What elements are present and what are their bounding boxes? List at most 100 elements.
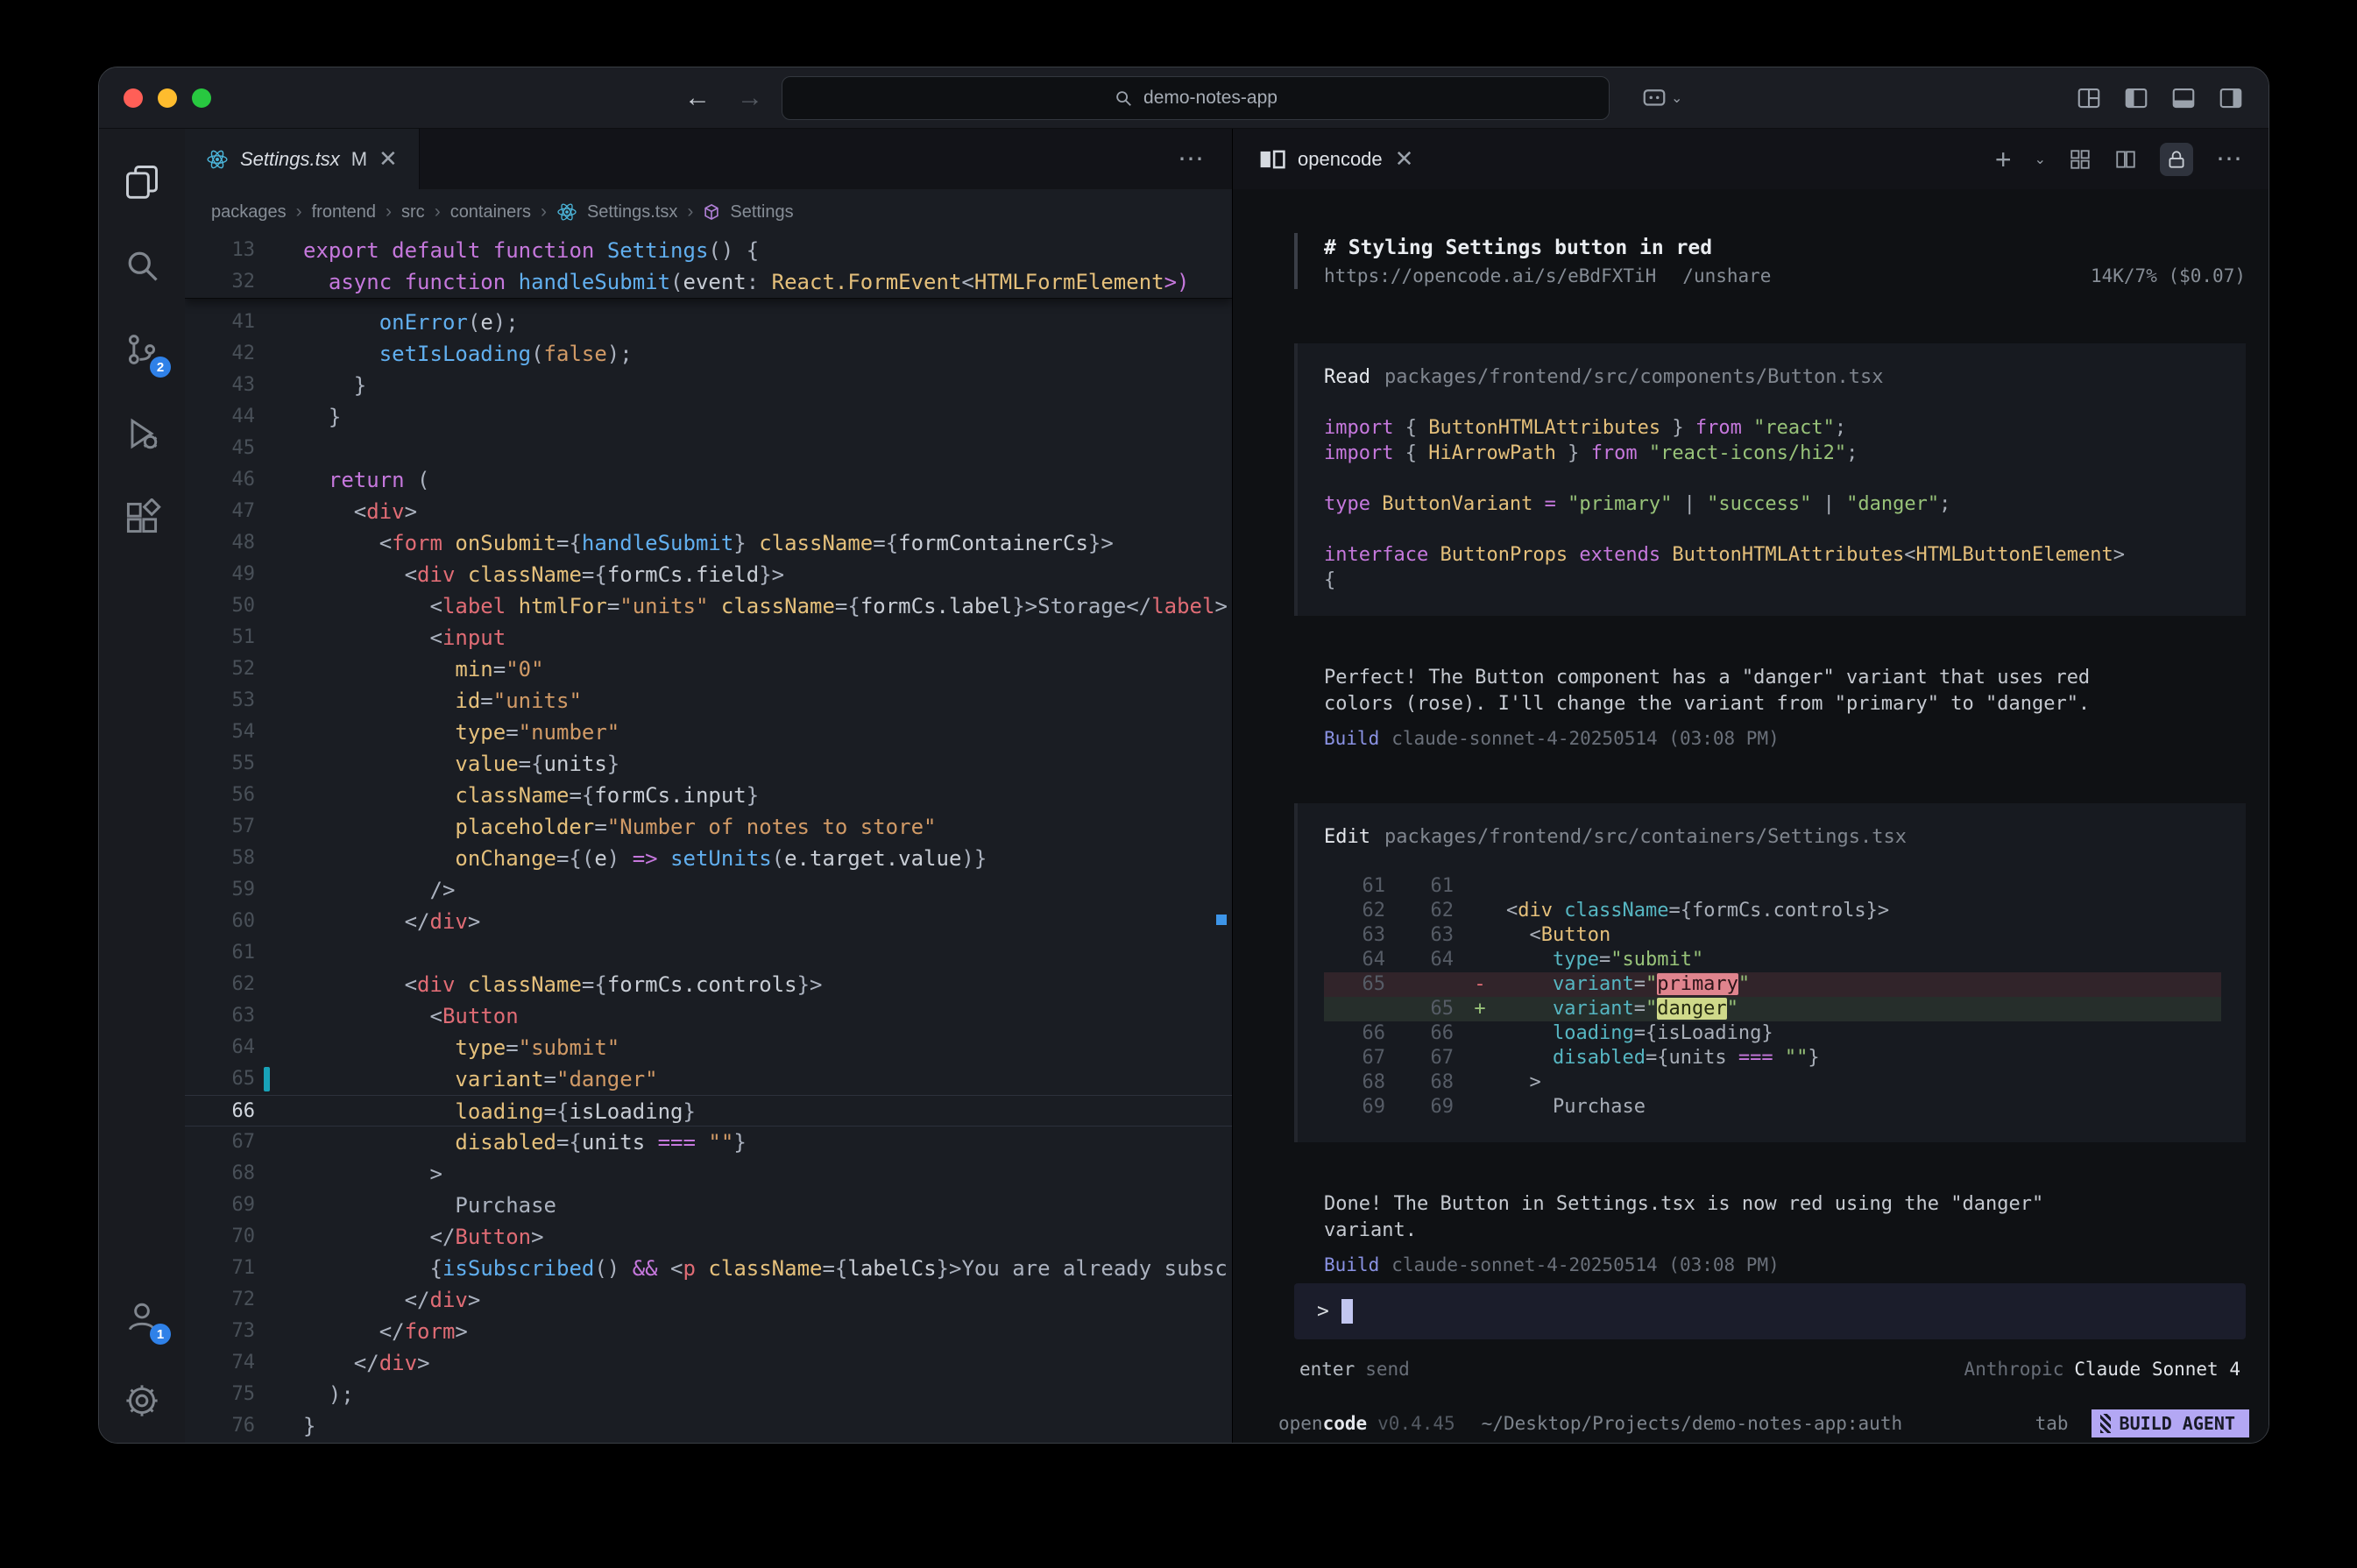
- code-line[interactable]: 50 <label htmlFor="units" className={for…: [185, 590, 1232, 622]
- code-line[interactable]: 76}: [185, 1410, 1232, 1442]
- code-line[interactable]: 46 return (: [185, 464, 1232, 496]
- command-center-search[interactable]: demo-notes-app: [782, 76, 1610, 120]
- chevron-down-icon[interactable]: ⌄: [2035, 151, 2046, 168]
- code-line[interactable]: 66 loading={isLoading}: [185, 1095, 1232, 1127]
- overview-ruler-mark: [1216, 915, 1227, 925]
- code-line[interactable]: 43 }: [185, 370, 1232, 401]
- code-line[interactable]: 49 <div className={formCs.field}>: [185, 559, 1232, 590]
- code-line[interactable]: 73 </form>: [185, 1316, 1232, 1347]
- code-editor[interactable]: 13export default function Settings() {32…: [185, 235, 1232, 1443]
- code-line[interactable]: 69 Purchase: [185, 1190, 1232, 1221]
- zoom-window-button[interactable]: [192, 88, 211, 108]
- unshare-link[interactable]: /unshare: [1682, 263, 1771, 289]
- code-line[interactable]: 54 type="number": [185, 717, 1232, 748]
- chevron-right-icon: ›: [296, 201, 302, 222]
- code-line[interactable]: 47 <div>: [185, 496, 1232, 527]
- code-line[interactable]: 61: [185, 937, 1232, 969]
- code-line[interactable]: 70 </Button>: [185, 1221, 1232, 1253]
- project-path: ~/Desktop/Projects/demo-notes-app:auth: [1482, 1413, 1902, 1434]
- opencode-statusbar: opencode v0.4.45 ~/Desktop/Projects/demo…: [1233, 1409, 2269, 1443]
- code-line[interactable]: 32 async function handleSubmit(event: Re…: [185, 266, 1232, 298]
- code-line[interactable]: 58 onChange={(e) => setUnits(e.target.va…: [185, 843, 1232, 874]
- tab-settings-tsx[interactable]: Settings.tsx M ✕: [185, 129, 420, 189]
- diff-row: 6969 Purchase: [1324, 1095, 2221, 1119]
- diff-row: 65+ variant="danger": [1324, 997, 2221, 1021]
- code-line[interactable]: 75 );: [185, 1379, 1232, 1410]
- code-line[interactable]: 55 value={units}: [185, 748, 1232, 780]
- code-line[interactable]: 67 disabled={units === ""}: [185, 1127, 1232, 1158]
- code-line[interactable]: 65 variant="danger": [185, 1063, 1232, 1095]
- breadcrumb-item[interactable]: packages: [211, 202, 287, 222]
- code-line[interactable]: 60 </div>: [185, 906, 1232, 937]
- chevron-right-icon: ›: [687, 201, 693, 222]
- back-icon[interactable]: ←: [684, 83, 711, 113]
- forward-icon[interactable]: →: [737, 83, 763, 113]
- breadcrumb-item[interactable]: Settings: [730, 202, 793, 222]
- code-line[interactable]: 59 />: [185, 874, 1232, 906]
- close-window-button[interactable]: [124, 88, 143, 108]
- new-terminal-icon[interactable]: +: [1995, 145, 2012, 173]
- code-line[interactable]: 68 >: [185, 1158, 1232, 1190]
- code-line[interactable]: 48 <form onSubmit={handleSubmit} classNa…: [185, 527, 1232, 559]
- code-line[interactable]: 64 type="submit": [185, 1032, 1232, 1063]
- activity-source-control[interactable]: 2: [99, 307, 185, 392]
- code-line[interactable]: 52 min="0": [185, 653, 1232, 685]
- breadcrumb-item[interactable]: src: [401, 202, 425, 222]
- breadcrumb-item[interactable]: frontend: [312, 202, 376, 222]
- tool-path: packages/frontend/src/containers/Setting…: [1384, 826, 1907, 848]
- code-line[interactable]: 57 placeholder="Number of notes to store…: [185, 811, 1232, 843]
- code-line[interactable]: 53 id="units": [185, 685, 1232, 717]
- chevron-right-icon: ›: [541, 201, 547, 222]
- activity-account[interactable]: 1: [99, 1275, 185, 1359]
- minimize-window-button[interactable]: [158, 88, 177, 108]
- model-label[interactable]: Claude Sonnet 4: [2074, 1359, 2240, 1380]
- more-actions-icon[interactable]: ⋯: [1178, 144, 1206, 174]
- prompt-input[interactable]: >: [1294, 1283, 2246, 1339]
- account-badge: 1: [150, 1324, 171, 1345]
- model-timestamp: claude-sonnet-4-20250514 (03:08 PM): [1391, 1254, 1780, 1275]
- lock-toggle[interactable]: [2160, 143, 2193, 176]
- activity-search[interactable]: [99, 223, 185, 307]
- diff-row: 6868 >: [1324, 1070, 2221, 1095]
- code-line[interactable]: 45: [185, 433, 1232, 464]
- tool-action: Edit: [1324, 826, 1370, 848]
- text-cursor: [1341, 1299, 1353, 1324]
- activity-extensions[interactable]: [99, 476, 185, 560]
- close-icon[interactable]: ✕: [1395, 145, 1414, 173]
- panel-tab-title[interactable]: opencode: [1298, 148, 1383, 171]
- customize-layout-icon[interactable]: [2076, 85, 2102, 111]
- code-line[interactable]: 63 <Button: [185, 1000, 1232, 1032]
- toggle-primary-sidebar-icon[interactable]: [2123, 85, 2149, 111]
- more-actions-icon[interactable]: ⋯: [2216, 144, 2244, 174]
- code-line[interactable]: 44 }: [185, 401, 1232, 433]
- code-line[interactable]: 41 onError(e);: [185, 307, 1232, 338]
- code-line[interactable]: 74 </div>: [185, 1347, 1232, 1379]
- code-line[interactable]: 71 {isSubscribed() && <p className={labe…: [185, 1253, 1232, 1284]
- activity-explorer[interactable]: [99, 139, 185, 223]
- code-line[interactable]: 56 className={formCs.input}: [185, 780, 1232, 811]
- terminal-grid-icon[interactable]: [2069, 148, 2092, 171]
- editor-tabstrip: Settings.tsx M ✕ ⋯: [185, 129, 1232, 189]
- titlebar[interactable]: ← → demo-notes-app ⌄: [99, 67, 2269, 129]
- code-line[interactable]: 62 <div className={formCs.controls}>: [185, 969, 1232, 1000]
- prompt-symbol: >: [1317, 1300, 1329, 1323]
- activity-run-debug[interactable]: [99, 392, 185, 476]
- code-line[interactable]: 51 <input: [185, 622, 1232, 653]
- toggle-panel-icon[interactable]: [2170, 85, 2197, 111]
- gear-icon: [123, 1381, 161, 1420]
- code-line[interactable]: 13export default function Settings() {: [185, 235, 1232, 266]
- split-terminal-icon[interactable]: [2114, 148, 2137, 171]
- agent-mode-badge[interactable]: BUILD AGENT: [2092, 1409, 2249, 1437]
- close-icon[interactable]: ✕: [379, 145, 398, 173]
- opencode-session[interactable]: # Styling Settings button in red https:/…: [1233, 189, 2269, 1409]
- toggle-secondary-sidebar-icon[interactable]: [2218, 85, 2244, 111]
- breadcrumb-item[interactable]: containers: [450, 202, 531, 222]
- breadcrumb-item[interactable]: Settings.tsx: [587, 202, 677, 222]
- session-share-url[interactable]: https://opencode.ai/s/eBdFXTiH: [1324, 263, 1656, 289]
- code-line[interactable]: 42 setIsLoading(false);: [185, 338, 1232, 370]
- opencode-logo-icon: [1259, 150, 1285, 169]
- code-line[interactable]: 72 </div>: [185, 1284, 1232, 1316]
- diff-row: 6161: [1324, 874, 2221, 899]
- activity-settings[interactable]: [99, 1359, 185, 1443]
- copilot-icon[interactable]: ⌄: [1641, 67, 1682, 129]
